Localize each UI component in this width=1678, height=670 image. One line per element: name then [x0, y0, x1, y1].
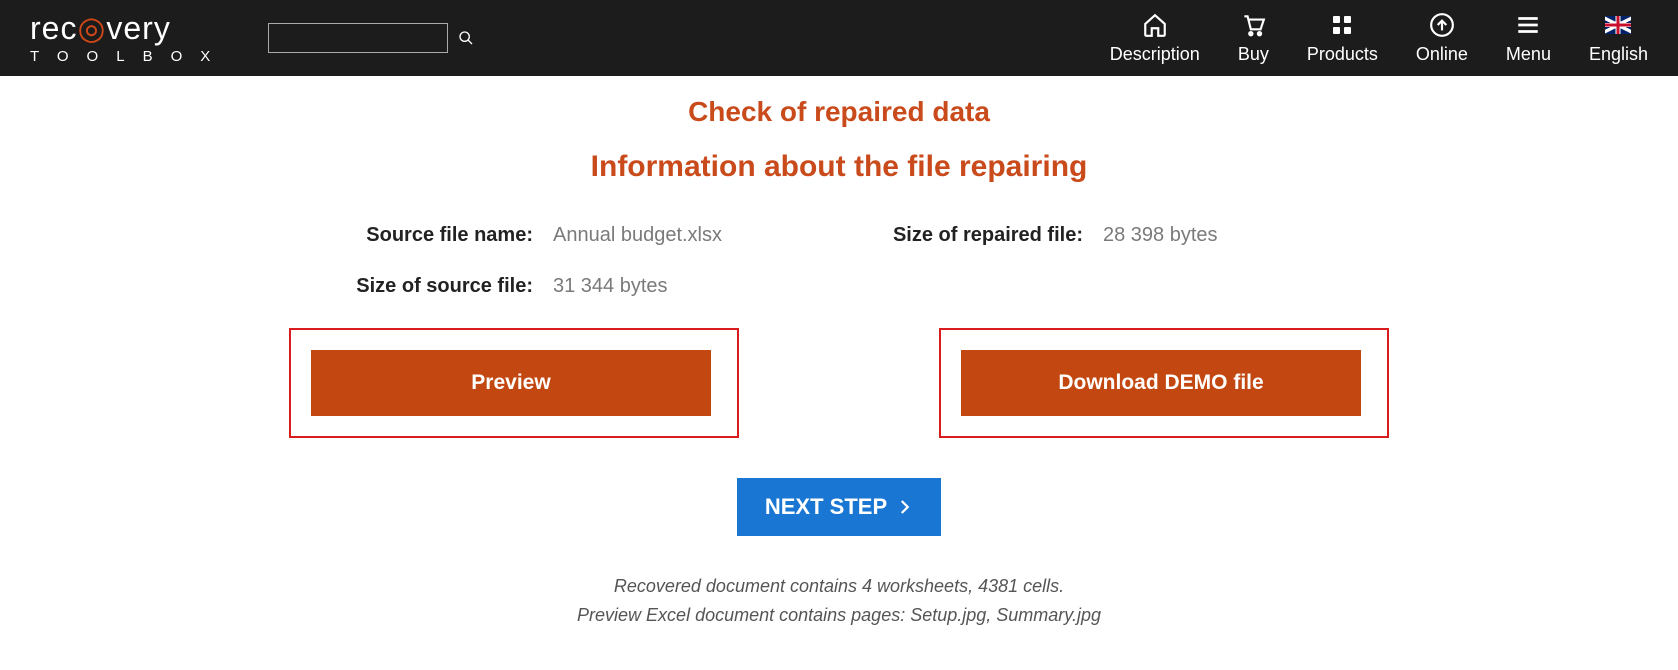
main-nav: Description Buy Products Online Menu	[1110, 12, 1648, 65]
nav-buy[interactable]: Buy	[1238, 12, 1269, 65]
nav-language[interactable]: English	[1589, 12, 1648, 65]
nav-description[interactable]: Description	[1110, 12, 1200, 65]
summary-line-1: Recovered document contains 4 worksheets…	[0, 572, 1678, 601]
brand-o-icon: ◎	[77, 12, 106, 44]
page-title: Check of repaired data	[0, 96, 1678, 128]
action-buttons-row: Preview Download DEMO file	[0, 328, 1678, 438]
preview-frame: Preview	[289, 328, 739, 438]
upload-icon	[1429, 12, 1455, 38]
nav-label: Buy	[1238, 44, 1269, 65]
summary-line-2: Preview Excel document contains pages: S…	[0, 601, 1678, 630]
cart-icon	[1240, 12, 1266, 38]
nav-label: Products	[1307, 44, 1378, 65]
brand-logo-bottom: TOOLBOX	[30, 48, 228, 65]
menu-icon	[1515, 12, 1541, 38]
info-value: 28 398 bytes	[1103, 224, 1218, 247]
preview-button[interactable]: Preview	[311, 350, 711, 416]
nav-menu[interactable]: Menu	[1506, 12, 1551, 65]
page-subtitle: Information about the file repairing	[0, 150, 1678, 184]
nav-label: Menu	[1506, 44, 1551, 65]
nav-products[interactable]: Products	[1307, 12, 1378, 65]
info-row-source-name: Source file name: Annual budget.xlsx	[289, 224, 839, 247]
home-icon	[1142, 12, 1168, 38]
file-info-grid: Source file name: Annual budget.xlsx Siz…	[289, 224, 1389, 298]
brand-suffix: very	[106, 10, 170, 46]
info-label: Source file name:	[289, 224, 553, 247]
info-row-repaired-size: Size of repaired file: 28 398 bytes	[839, 224, 1389, 247]
search-icon[interactable]	[458, 30, 474, 46]
nav-label: English	[1589, 44, 1648, 65]
info-value: Annual budget.xlsx	[553, 224, 722, 247]
uk-flag-icon	[1605, 12, 1631, 38]
grid-icon	[1329, 12, 1355, 38]
next-step-label: NEXT STEP	[765, 494, 887, 520]
download-frame: Download DEMO file	[939, 328, 1389, 438]
nav-online[interactable]: Online	[1416, 12, 1468, 65]
brand-logo[interactable]: rec◎very TOOLBOX	[30, 12, 228, 65]
header-bar: rec◎very TOOLBOX Description Buy Product…	[0, 0, 1678, 76]
search-input[interactable]	[277, 30, 458, 46]
info-label: Size of source file:	[289, 275, 553, 298]
brand-logo-top: rec◎very	[30, 12, 228, 44]
search-box[interactable]	[268, 23, 448, 53]
info-row-source-size: Size of source file: 31 344 bytes	[289, 275, 839, 298]
nav-label: Online	[1416, 44, 1468, 65]
brand-prefix: rec	[30, 10, 77, 46]
download-demo-button[interactable]: Download DEMO file	[961, 350, 1361, 416]
nav-label: Description	[1110, 44, 1200, 65]
chevron-right-icon	[895, 498, 913, 516]
info-label: Size of repaired file:	[839, 224, 1103, 247]
main-content: Check of repaired data Information about…	[0, 76, 1678, 670]
next-step-button[interactable]: NEXT STEP	[737, 478, 941, 536]
info-value: 31 344 bytes	[553, 275, 668, 298]
recovery-summary: Recovered document contains 4 worksheets…	[0, 572, 1678, 630]
